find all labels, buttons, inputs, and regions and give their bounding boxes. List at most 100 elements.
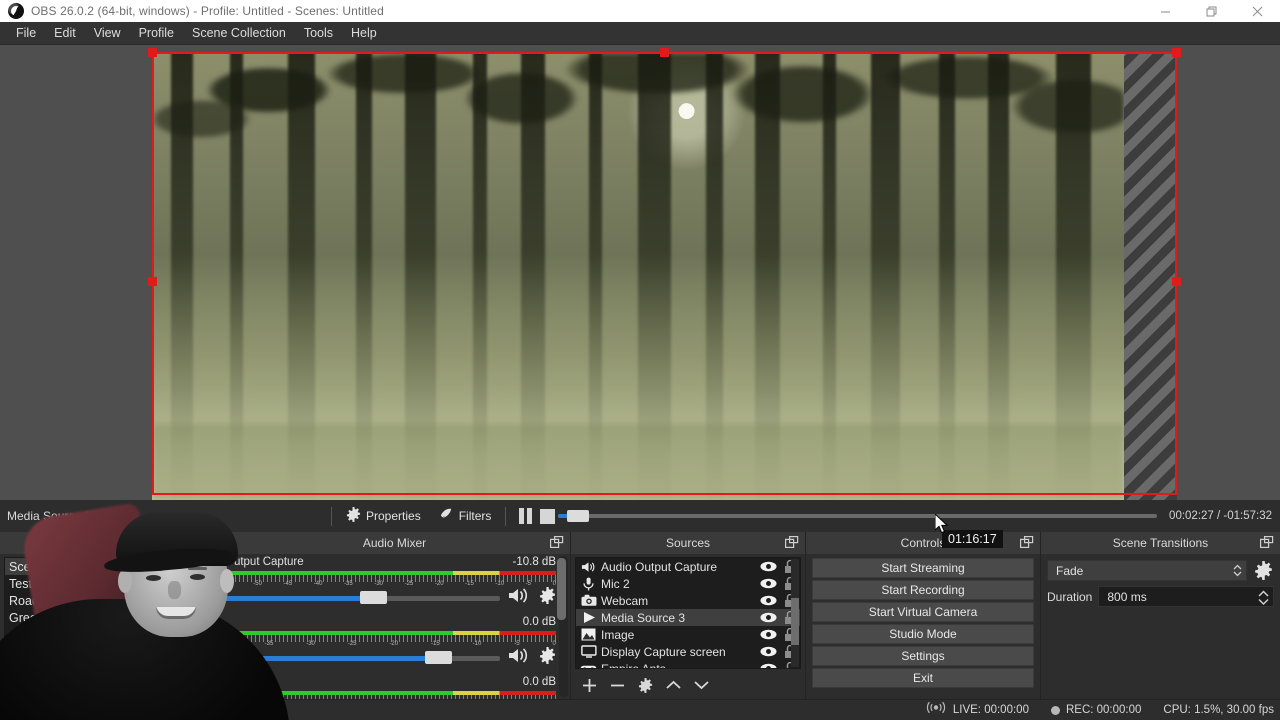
chevron-updown-icon[interactable] xyxy=(1232,563,1243,578)
mixer-scrollbar-thumb[interactable] xyxy=(557,558,566,620)
source-item[interactable]: Display Capture screen xyxy=(576,643,800,660)
resize-handle-top-right[interactable] xyxy=(1172,48,1181,57)
add-scene-button[interactable] xyxy=(6,674,31,696)
undock-icon[interactable] xyxy=(785,536,799,549)
obs-logo-icon xyxy=(8,3,24,19)
remove-scene-button[interactable] xyxy=(34,674,59,696)
properties-button[interactable]: Properties xyxy=(341,505,426,527)
source-properties-button[interactable] xyxy=(633,674,658,696)
source-item[interactable]: Image xyxy=(576,626,800,643)
mixer-scrollbar-track[interactable] xyxy=(559,556,568,697)
transition-type-select[interactable]: Fade xyxy=(1047,560,1247,581)
audio-mixer-title-text: Audio Mixer xyxy=(363,536,426,550)
visibility-eye-icon[interactable] xyxy=(756,646,780,657)
undock-icon[interactable] xyxy=(1020,536,1034,549)
pause-icon[interactable] xyxy=(519,508,532,524)
transitions-title-text: Scene Transitions xyxy=(1113,536,1208,550)
scene-item[interactable]: Road Blocks xyxy=(5,592,213,609)
undock-icon[interactable] xyxy=(550,536,564,549)
scenes-list[interactable]: Scene Test Road Blocks Green Screen xyxy=(4,557,214,669)
resize-handle-top-center[interactable] xyxy=(660,48,669,57)
speaker-icon[interactable] xyxy=(508,647,530,669)
seek-bar[interactable]: 00:02:27 / -01:57:32 xyxy=(558,500,1280,532)
studio-mode-button[interactable]: Studio Mode xyxy=(812,624,1034,644)
volume-slider-handle[interactable] xyxy=(360,591,387,604)
remove-source-button[interactable] xyxy=(605,674,630,696)
visibility-eye-icon[interactable] xyxy=(756,595,780,606)
resize-handle-middle-left[interactable] xyxy=(148,277,157,286)
menu-view[interactable]: View xyxy=(85,23,130,43)
duration-input[interactable]: 800 ms xyxy=(1098,586,1274,607)
mixer-channels: Output Capture -10.8 dB -55 -50 -45 -40 … xyxy=(219,554,570,699)
visibility-eye-icon[interactable] xyxy=(756,612,780,623)
live-status: LIVE: 00:00:00 xyxy=(925,701,1029,719)
mixer-volume-slider[interactable] xyxy=(223,648,556,668)
duration-label: Duration xyxy=(1047,590,1092,604)
scene-item[interactable]: Scene xyxy=(5,558,213,575)
transitions-dock-title: Scene Transitions xyxy=(1041,532,1280,554)
mixer-volume-slider[interactable] xyxy=(223,588,556,608)
source-item[interactable]: Mic 2 xyxy=(576,575,800,592)
obs-window: OBS 26.0.2 (64-bit, windows) - Profile: … xyxy=(0,0,1280,720)
source-item-label: Mic 2 xyxy=(598,577,756,591)
menu-scene-collection[interactable]: Scene Collection xyxy=(183,23,295,43)
resize-handle-top-left[interactable] xyxy=(148,48,157,57)
mixer-channel: 0.0 dB -40 -35 -30 -25 -20 -15 - xyxy=(223,616,556,676)
volume-slider-handle[interactable] xyxy=(425,651,452,664)
menu-edit[interactable]: Edit xyxy=(45,23,85,43)
menu-help[interactable]: Help xyxy=(342,23,386,43)
stepper-arrows-icon[interactable] xyxy=(1256,588,1271,607)
visibility-eye-icon[interactable] xyxy=(756,578,780,589)
move-source-up-button[interactable] xyxy=(661,674,686,696)
rec-time-label: REC: 00:00:00 xyxy=(1066,704,1141,716)
source-item[interactable]: Audio Output Capture xyxy=(576,558,800,575)
visibility-eye-icon[interactable] xyxy=(756,561,780,572)
filters-label: Filters xyxy=(459,509,492,523)
restore-icon[interactable] xyxy=(1188,0,1234,22)
undock-icon[interactable] xyxy=(1260,536,1274,549)
menu-profile[interactable]: Profile xyxy=(130,23,183,43)
sources-scrollbar[interactable] xyxy=(791,559,799,667)
seek-handle[interactable] xyxy=(567,510,589,522)
seek-track[interactable] xyxy=(558,514,1157,518)
move-source-down-button[interactable] xyxy=(689,674,714,696)
start-recording-button[interactable]: Start Recording xyxy=(812,580,1034,600)
scene-item-label: Green Screen xyxy=(9,611,87,625)
preview-canvas[interactable] xyxy=(0,45,1280,500)
scene-item[interactable]: Test xyxy=(5,575,213,592)
cpu-status: CPU: 1.5%, 30.00 fps xyxy=(1163,704,1274,716)
scene-item[interactable]: Green Screen xyxy=(5,609,213,626)
settings-button[interactable]: Settings xyxy=(812,646,1034,666)
controls-dock: Controls Start Streaming Start Recording… xyxy=(805,532,1040,699)
start-streaming-button[interactable]: Start Streaming xyxy=(812,558,1034,578)
speaker-icon[interactable] xyxy=(508,587,530,609)
scene-item-label: Scene xyxy=(9,560,44,574)
transition-properties-button[interactable] xyxy=(1253,561,1274,580)
gear-icon[interactable] xyxy=(539,647,556,669)
filters-icon xyxy=(439,507,454,525)
stop-icon[interactable] xyxy=(540,509,555,524)
source-item[interactable]: Empire Ants xyxy=(576,660,800,669)
resize-handle-middle-right[interactable] xyxy=(1172,277,1181,286)
source-item-label: Webcam xyxy=(598,594,756,608)
minimize-icon[interactable] xyxy=(1142,0,1188,22)
scene-transitions-dock: Scene Transitions Fade xyxy=(1040,532,1280,699)
source-item[interactable]: Webcam xyxy=(576,592,800,609)
filters-button[interactable]: Filters xyxy=(434,505,497,527)
sources-dock-body: Audio Output Capture Mic 2 xyxy=(571,554,805,699)
sources-list[interactable]: Audio Output Capture Mic 2 xyxy=(575,557,801,669)
source-item[interactable]: Media Source 3 xyxy=(576,609,800,626)
monitor-icon xyxy=(579,645,598,658)
add-source-button[interactable] xyxy=(577,674,602,696)
visibility-eye-icon[interactable] xyxy=(756,629,780,640)
close-icon[interactable] xyxy=(1234,0,1280,22)
start-virtual-camera-button[interactable]: Start Virtual Camera xyxy=(812,602,1034,622)
menu-file[interactable]: File xyxy=(7,23,45,43)
broadcast-icon xyxy=(925,701,947,719)
mixer-channel: Output Capture -10.8 dB -55 -50 -45 -40 … xyxy=(223,556,556,616)
gear-icon[interactable] xyxy=(539,587,556,609)
menu-tools[interactable]: Tools xyxy=(295,23,342,43)
source-item-label: Image xyxy=(598,628,756,642)
exit-button[interactable]: Exit xyxy=(812,668,1034,688)
visibility-eye-icon[interactable] xyxy=(756,663,780,669)
